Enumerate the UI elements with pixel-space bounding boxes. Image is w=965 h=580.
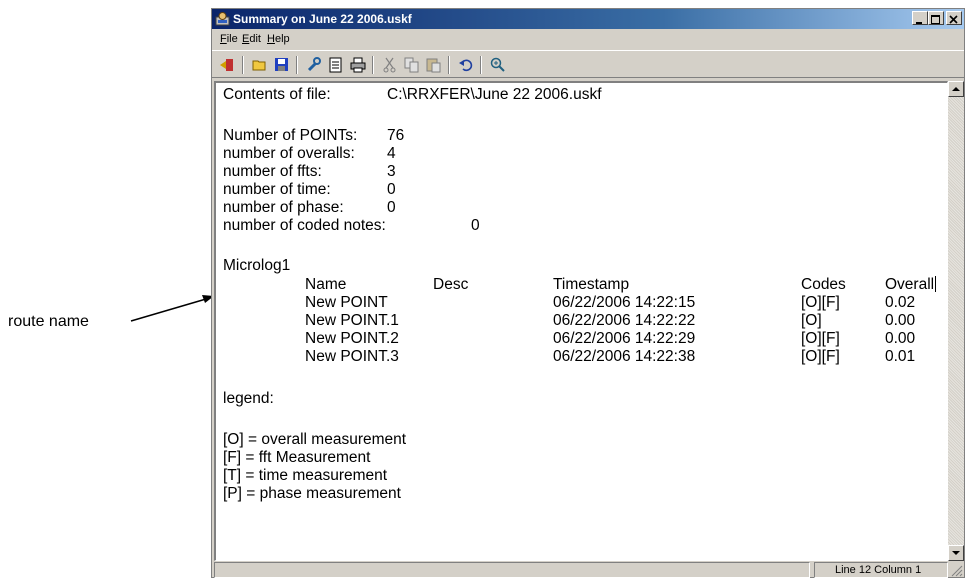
column-header-codes: Codes bbox=[801, 276, 846, 293]
arrow-up-icon bbox=[952, 87, 960, 91]
route-name-callout: route name bbox=[8, 313, 89, 331]
scroll-down-button[interactable] bbox=[948, 545, 964, 561]
document-icon bbox=[329, 57, 342, 73]
title-bar[interactable]: Summary on June 22 2006.uskf bbox=[212, 9, 964, 29]
minimize-icon bbox=[916, 22, 922, 24]
status-position: Line 12 Column 1 bbox=[814, 562, 948, 578]
resize-grip-icon[interactable] bbox=[950, 564, 963, 577]
row-timestamp: 06/22/2006 14:22:29 bbox=[553, 330, 696, 347]
status-pane-main bbox=[214, 562, 810, 578]
tools-button[interactable] bbox=[304, 55, 324, 75]
row-name: New POINT.2 bbox=[305, 330, 399, 347]
paste-button[interactable] bbox=[424, 55, 444, 75]
print-icon bbox=[350, 57, 366, 73]
row-name: New POINT.3 bbox=[305, 348, 399, 365]
stat-value: 0 bbox=[387, 181, 396, 198]
column-header-desc: Desc bbox=[433, 276, 469, 293]
row-overall: 0.00 bbox=[885, 330, 916, 347]
stat-value: 76 bbox=[387, 127, 405, 144]
undo-button[interactable] bbox=[456, 55, 476, 75]
legend-title: legend: bbox=[223, 390, 274, 407]
legend-item: [P] = phase measurement bbox=[223, 485, 401, 502]
toolbar-separator bbox=[448, 56, 450, 74]
minimize-button[interactable] bbox=[912, 11, 928, 25]
row-codes: [O][F] bbox=[801, 330, 840, 347]
stat-value: 0 bbox=[471, 217, 480, 234]
menu-help[interactable]: Help bbox=[267, 33, 290, 45]
stat-label: number of phase: bbox=[223, 199, 344, 216]
arrow-down-icon bbox=[952, 551, 960, 555]
row-name: New POINT bbox=[305, 294, 388, 311]
maximize-icon bbox=[931, 15, 940, 24]
legend-item: [F] = fft Measurement bbox=[223, 449, 371, 466]
vertical-scrollbar[interactable] bbox=[948, 81, 964, 561]
row-timestamp: 06/22/2006 14:22:22 bbox=[553, 312, 696, 329]
exit-button[interactable] bbox=[217, 55, 237, 75]
row-timestamp: 06/22/2006 14:22:38 bbox=[553, 348, 696, 365]
undo-icon bbox=[459, 59, 473, 72]
stat-value: 0 bbox=[387, 199, 396, 216]
row-overall: 0.02 bbox=[885, 294, 916, 311]
legend-item: [O] = overall measurement bbox=[223, 431, 407, 448]
column-header-name: Name bbox=[305, 276, 347, 293]
cut-button[interactable] bbox=[380, 55, 400, 75]
menu-file[interactable]: File bbox=[220, 33, 238, 45]
row-codes: [O][F] bbox=[801, 348, 840, 365]
maximize-button[interactable] bbox=[928, 11, 944, 25]
stat-value: 4 bbox=[387, 145, 396, 162]
legend-item: [T] = time measurement bbox=[223, 467, 388, 484]
copy-icon bbox=[404, 57, 419, 73]
app-icon bbox=[215, 12, 230, 26]
route-name: Microlog1 bbox=[223, 257, 291, 274]
scroll-up-button[interactable] bbox=[948, 81, 964, 97]
print-button[interactable] bbox=[348, 55, 368, 75]
save-icon bbox=[275, 58, 288, 71]
window-title: Summary on June 22 2006.uskf bbox=[233, 12, 412, 26]
stat-value: 3 bbox=[387, 163, 396, 180]
row-codes: [O][F] bbox=[801, 294, 840, 311]
open-folder-icon bbox=[252, 60, 266, 71]
toolbar-separator bbox=[372, 56, 374, 74]
toolbar-separator bbox=[480, 56, 482, 74]
document-button[interactable] bbox=[326, 55, 346, 75]
stat-label: number of overalls: bbox=[223, 145, 355, 162]
cursor-position: Line 12 Column 1 bbox=[835, 564, 922, 576]
stat-label: number of coded notes: bbox=[223, 217, 386, 234]
row-name: New POINT.1 bbox=[305, 312, 399, 329]
copy-button[interactable] bbox=[402, 55, 422, 75]
column-header-timestamp: Timestamp bbox=[553, 276, 630, 293]
close-icon bbox=[949, 15, 958, 24]
row-overall: 0.00 bbox=[885, 312, 916, 329]
stat-label: number of time: bbox=[223, 181, 331, 198]
contents-value: C:\RRXFER\June 22 2006.uskf bbox=[387, 86, 602, 103]
row-codes: [O] bbox=[801, 312, 822, 329]
paste-icon bbox=[426, 58, 441, 73]
status-bar: Line 12 Column 1 bbox=[212, 561, 964, 579]
zoom-in-icon bbox=[490, 57, 505, 72]
stat-label: Number of POINTs: bbox=[223, 127, 358, 144]
contents-label: Contents of file: bbox=[223, 86, 331, 103]
column-header-overall: Overall bbox=[885, 276, 937, 293]
text-cursor bbox=[935, 276, 937, 292]
close-button[interactable] bbox=[946, 11, 962, 25]
toolbar bbox=[212, 50, 964, 78]
menu-edit[interactable]: Edit bbox=[242, 33, 261, 45]
stat-label: number of ffts: bbox=[223, 163, 322, 180]
zoom-in-button[interactable] bbox=[488, 55, 508, 75]
menu-bar: File Edit Help bbox=[212, 31, 964, 49]
toolbar-separator bbox=[296, 56, 298, 74]
toolbar-separator bbox=[242, 56, 244, 74]
open-button[interactable] bbox=[250, 55, 270, 75]
summary-text-area[interactable]: Contents of file: C:\RRXFER\June 22 2006… bbox=[214, 81, 948, 561]
exit-icon bbox=[220, 59, 233, 71]
cut-icon bbox=[383, 57, 396, 73]
callout-label: route name bbox=[8, 313, 89, 330]
tools-icon bbox=[307, 57, 321, 72]
summary-window: Summary on June 22 2006.uskf File Edit H… bbox=[211, 8, 965, 578]
save-button[interactable] bbox=[272, 55, 292, 75]
row-overall: 0.01 bbox=[885, 348, 916, 365]
row-timestamp: 06/22/2006 14:22:15 bbox=[553, 294, 696, 311]
